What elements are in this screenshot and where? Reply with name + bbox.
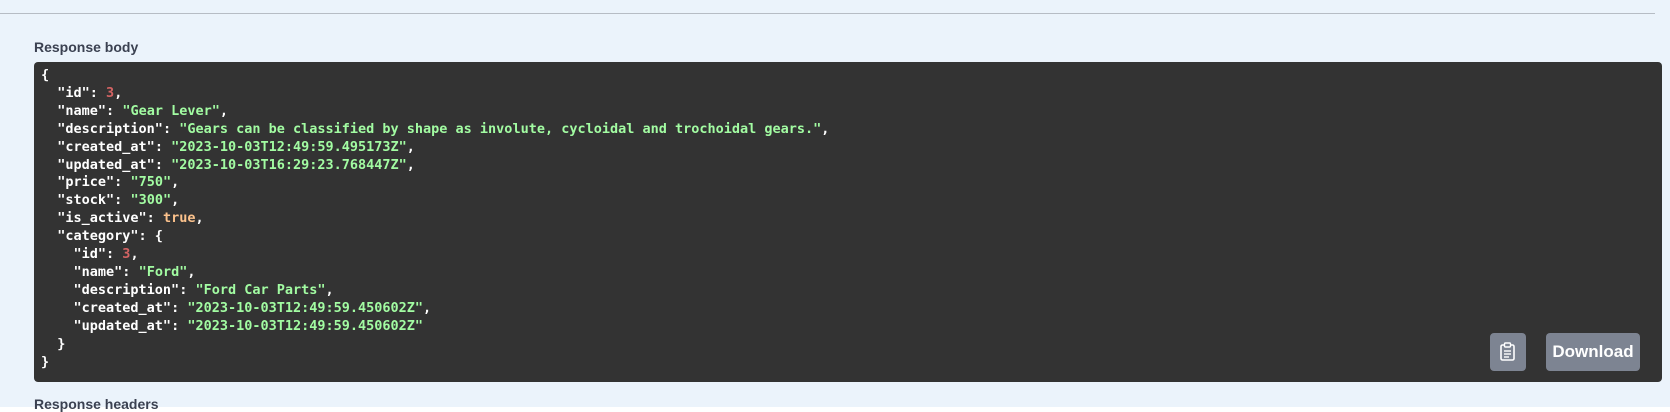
json-key: "id" [57,84,90,101]
json-punctuation: : [179,281,196,298]
json-key: "name" [73,263,123,280]
json-punctuation: , [406,138,415,155]
json-line: "id": 3, [41,85,122,101]
json-punctuation [41,174,57,190]
json-punctuation: : { [138,228,163,245]
json-punctuation: , [195,210,204,227]
copy-to-clipboard-button[interactable] [1490,333,1526,371]
json-punctuation [41,121,57,137]
json-punctuation: : [122,263,139,280]
json-response-text: { "id": 3, "name": "Gear Lever", "descri… [41,67,1655,371]
json-key: "created_at" [73,299,172,316]
json-line: "description": "Ford Car Parts", [41,282,334,298]
json-key: "category" [57,228,139,245]
json-string: "2023-10-03T12:49:59.495173Z" [171,138,407,155]
json-punctuation: , [325,281,334,298]
json-punctuation [41,157,57,173]
download-button[interactable]: Download [1546,333,1640,371]
json-line: "category": { [41,228,163,244]
json-line: "name": "Gear Lever", [41,103,228,119]
json-key: "id" [73,246,107,263]
json-punctuation: : [171,317,188,334]
json-string: "2023-10-03T12:49:59.450602Z" [187,317,424,334]
section-divider [0,13,1655,14]
json-punctuation: , [187,263,196,280]
json-punctuation: : [106,102,123,119]
json-punctuation [41,246,74,262]
json-punctuation [41,318,74,334]
json-punctuation: , [423,299,432,316]
json-string: "750" [130,174,172,191]
json-line: "stock": "300", [41,192,179,208]
response-body-code-block[interactable]: { "id": 3, "name": "Gear Lever", "descri… [34,62,1662,382]
json-punctuation: : [154,138,172,155]
json-punctuation: , [171,192,180,209]
json-line: "created_at": "2023-10-03T12:49:59.49517… [41,139,415,155]
json-string: "2023-10-03T12:49:59.450602Z" [187,299,424,316]
json-string: "Gear Lever" [122,102,220,119]
json-key: "is_active" [57,210,147,227]
json-punctuation: : [154,156,172,173]
json-line: "is_active": true, [41,210,204,227]
json-punctuation [41,228,57,244]
json-punctuation [41,85,57,101]
clipboard-icon [1500,342,1515,361]
response-headers-label: Response headers [34,396,159,412]
response-body-label: Response body [34,39,139,55]
json-punctuation: { [41,67,50,83]
json-key: "stock" [57,192,115,209]
json-punctuation: : [114,192,131,209]
json-punctuation: , [130,246,139,263]
json-line: "description": "Gears can be classified … [41,121,829,137]
json-key: "name" [57,102,107,119]
json-punctuation: , [171,174,180,191]
json-punctuation: , [406,156,415,173]
json-punctuation: , [219,102,228,119]
json-string: "2023-10-03T16:29:23.768447Z" [171,156,407,173]
json-line: "updated_at": "2023-10-03T16:29:23.76844… [41,157,415,173]
json-punctuation [41,210,57,226]
json-key: "updated_at" [73,317,172,334]
json-punctuation [41,282,74,298]
json-line: } [41,354,49,370]
json-key: "price" [57,174,115,191]
json-punctuation [41,139,57,155]
json-punctuation: : [146,210,163,227]
json-punctuation: : [114,174,131,191]
json-line: { [41,67,49,83]
json-key: "created_at" [57,138,155,155]
json-key: "description" [57,120,163,137]
json-line: "price": "750", [41,174,179,190]
json-punctuation [41,300,74,316]
json-line: } [41,336,65,352]
json-punctuation: : [89,84,107,101]
json-key: "updated_at" [57,156,155,173]
json-punctuation [41,103,57,119]
json-punctuation [41,192,57,208]
json-punctuation: : [171,299,188,316]
json-punctuation [41,264,74,280]
json-line: "created_at": "2023-10-03T12:49:59.45060… [41,299,432,316]
json-boolean: true [162,210,196,227]
json-line: "updated_at": "2023-10-03T12:49:59.45060… [41,317,424,334]
json-line: "id": 3, [41,246,139,262]
json-punctuation: : [106,246,123,263]
json-number: 3 [106,84,115,101]
json-string: "Gears can be classified by shape as inv… [179,120,822,137]
json-punctuation: , [114,84,123,101]
json-string: "Ford" [138,263,188,280]
json-string: "300" [130,192,172,209]
response-panel: Response body { "id": 3, "name": "Gear L… [0,0,1670,412]
json-line: "name": "Ford", [41,263,196,280]
json-punctuation: : [162,120,180,137]
json-string: "Ford Car Parts" [195,281,326,298]
json-punctuation: , [821,120,830,137]
json-key: "description" [73,281,180,298]
json-punctuation: } [41,353,50,370]
json-punctuation: } [41,335,66,352]
